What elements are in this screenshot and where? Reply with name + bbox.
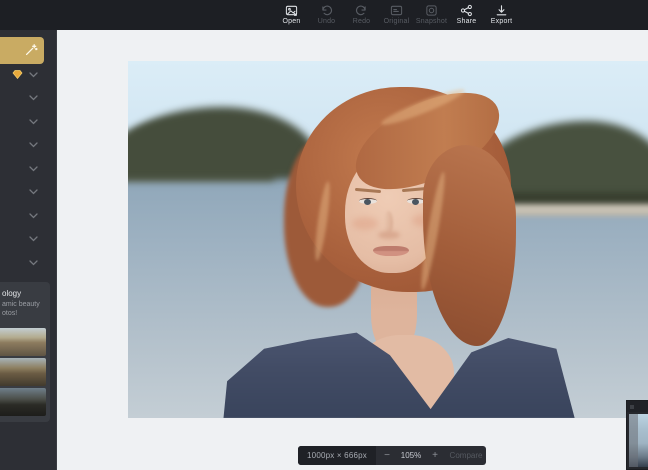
photo-cheek bbox=[352, 217, 378, 230]
sidebar-section-collapsed[interactable] bbox=[0, 157, 56, 180]
promo-thumbnails bbox=[0, 328, 46, 418]
top-toolbar: Open Undo Redo bbox=[0, 0, 648, 30]
chevron-down-icon bbox=[29, 72, 38, 78]
navigator-thumbnail[interactable] bbox=[629, 414, 648, 467]
zoom-in-button[interactable]: + bbox=[424, 450, 446, 461]
undo-button[interactable]: Undo bbox=[309, 0, 344, 30]
photo-iris bbox=[412, 199, 419, 205]
sidebar-section-collapsed[interactable] bbox=[0, 110, 56, 133]
zoom-out-button[interactable]: − bbox=[376, 450, 398, 461]
photo-nose bbox=[378, 231, 400, 239]
promo-card[interactable]: ology amic beauty otos! bbox=[0, 282, 50, 422]
photo-mouth bbox=[373, 246, 409, 256]
snapshot-label: Snapshot bbox=[416, 18, 447, 26]
sidebar-section-collapsed[interactable] bbox=[0, 251, 56, 274]
photo-iris bbox=[364, 199, 371, 205]
promo-heading: ology bbox=[2, 289, 50, 298]
toolbar-button-group: Open Undo Redo bbox=[274, 0, 519, 30]
original-icon bbox=[390, 4, 403, 17]
original-label: Original bbox=[384, 18, 410, 26]
compare-button[interactable]: Compare bbox=[446, 451, 486, 460]
share-label: Share bbox=[457, 18, 477, 26]
undo-icon bbox=[320, 4, 333, 17]
enhance-tool-active[interactable] bbox=[0, 37, 44, 64]
promo-thumbnail bbox=[0, 358, 46, 386]
promo-thumbnail bbox=[0, 388, 46, 416]
open-button[interactable]: Open bbox=[274, 0, 309, 30]
redo-label: Redo bbox=[353, 18, 371, 26]
status-bar: 1000px × 666px − 105% + Compare bbox=[298, 446, 486, 465]
sidebar-section-collapsed[interactable] bbox=[0, 204, 56, 227]
redo-icon bbox=[355, 4, 368, 17]
navigator-collapse-icon[interactable] bbox=[630, 405, 634, 409]
sidebar-section-premium[interactable] bbox=[0, 63, 56, 86]
sidebar-section-collapsed[interactable] bbox=[0, 86, 56, 109]
navigator-panel[interactable] bbox=[626, 400, 648, 470]
photo-portrait-woman[interactable] bbox=[128, 61, 648, 418]
export-label: Export bbox=[491, 18, 512, 26]
image-dimensions: 1000px × 666px bbox=[298, 446, 376, 465]
sidebar-section-collapsed[interactable] bbox=[0, 133, 56, 156]
magic-wand-icon bbox=[24, 43, 38, 57]
sidebar-section-collapsed[interactable] bbox=[0, 227, 56, 250]
original-button[interactable]: Original bbox=[379, 0, 414, 30]
chevron-down-icon bbox=[29, 189, 38, 195]
sidebar-section-collapsed[interactable] bbox=[0, 180, 56, 203]
promo-thumbnail bbox=[0, 328, 46, 356]
share-button[interactable]: Share bbox=[449, 0, 484, 30]
snapshot-icon bbox=[425, 4, 438, 17]
chevron-down-icon bbox=[29, 119, 38, 125]
promo-line: amic beauty bbox=[2, 301, 50, 309]
chevron-down-icon bbox=[29, 236, 38, 242]
redo-button[interactable]: Redo bbox=[344, 0, 379, 30]
export-icon bbox=[495, 4, 508, 17]
photo-eye bbox=[359, 198, 377, 204]
chevron-down-icon bbox=[29, 213, 38, 219]
navigator-viewport-mask bbox=[629, 414, 638, 467]
share-icon bbox=[460, 4, 473, 17]
snapshot-button[interactable]: Snapshot bbox=[414, 0, 449, 30]
export-button[interactable]: Export bbox=[484, 0, 519, 30]
tools-sidebar: ology amic beauty otos! bbox=[0, 30, 57, 470]
chevron-down-icon bbox=[29, 142, 38, 148]
chevron-down-icon bbox=[29, 166, 38, 172]
navigator-header[interactable] bbox=[627, 401, 648, 412]
open-label: Open bbox=[283, 18, 301, 26]
chevron-down-icon bbox=[29, 260, 38, 266]
editor-canvas: 1000px × 666px − 105% + Compare bbox=[57, 30, 648, 470]
zoom-level[interactable]: 105% bbox=[398, 451, 424, 460]
chevron-down-icon bbox=[29, 95, 38, 101]
open-image-icon bbox=[285, 4, 298, 17]
gem-icon bbox=[12, 70, 23, 79]
promo-line: otos! bbox=[2, 310, 50, 318]
undo-label: Undo bbox=[318, 18, 336, 26]
app-window: Open Undo Redo bbox=[0, 0, 648, 470]
